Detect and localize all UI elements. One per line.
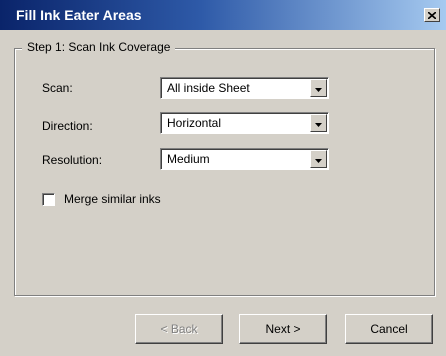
resolution-dropdown-button[interactable]	[310, 150, 327, 168]
next-button-label: Next >	[265, 322, 301, 336]
chevron-down-icon	[315, 152, 322, 166]
merge-inks-checkbox[interactable]	[42, 193, 55, 206]
resolution-label: Resolution:	[42, 153, 103, 167]
chevron-down-icon	[315, 116, 322, 130]
direction-dropdown-button[interactable]	[310, 114, 327, 132]
scan-select-value: All inside Sheet	[167, 81, 250, 95]
back-button-label: < Back	[160, 322, 198, 336]
cancel-button-label: Cancel	[370, 322, 408, 336]
title-bar[interactable]: Fill Ink Eater Areas	[0, 0, 446, 30]
merge-inks-label[interactable]: Merge similar inks	[64, 192, 161, 206]
dialog-window: Fill Ink Eater Areas Step 1: Scan Ink Co…	[0, 0, 446, 356]
back-button[interactable]: < Back	[135, 314, 223, 344]
resolution-select-value: Medium	[167, 152, 210, 166]
scan-dropdown-button[interactable]	[310, 79, 327, 97]
close-icon	[428, 11, 436, 19]
close-button[interactable]	[424, 8, 440, 22]
next-button[interactable]: Next >	[239, 314, 327, 344]
resolution-select[interactable]: Medium	[160, 148, 329, 170]
direction-label: Direction:	[42, 119, 93, 133]
cancel-button[interactable]: Cancel	[345, 314, 433, 344]
scan-select[interactable]: All inside Sheet	[160, 77, 329, 99]
direction-select[interactable]: Horizontal	[160, 112, 329, 134]
group-legend: Step 1: Scan Ink Coverage	[22, 40, 176, 54]
window-title: Fill Ink Eater Areas	[16, 7, 142, 23]
scan-label: Scan:	[42, 81, 73, 95]
direction-select-value: Horizontal	[167, 116, 222, 130]
chevron-down-icon	[315, 81, 322, 95]
